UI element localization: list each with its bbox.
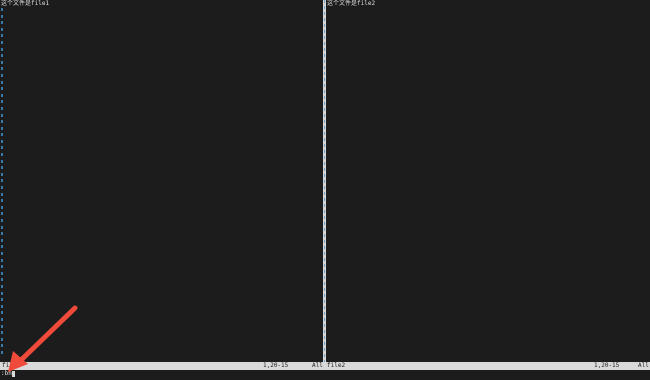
status-bar: file1 1,20-15 All file2 1,20-15 All bbox=[0, 362, 650, 370]
tilde-marker bbox=[1, 87, 3, 91]
tilde-marker bbox=[1, 93, 3, 97]
tilde-marker bbox=[1, 100, 3, 104]
tilde-marker bbox=[1, 133, 3, 137]
left-status-file: file1 bbox=[2, 362, 21, 369]
tilde-marker bbox=[1, 212, 3, 216]
tilde-marker bbox=[1, 47, 3, 51]
split-separator-marks bbox=[324, 0, 325, 362]
tilde-marker bbox=[1, 186, 3, 190]
tilde-marker bbox=[1, 304, 3, 308]
tilde-marker bbox=[1, 337, 3, 341]
tilde-marker bbox=[1, 350, 3, 354]
left-status-scroll: All bbox=[312, 362, 323, 369]
text-cursor bbox=[12, 371, 15, 377]
tilde-marker bbox=[1, 219, 3, 222]
command-text[interactable]: :bn bbox=[1, 370, 12, 378]
tilde-marker bbox=[1, 205, 3, 209]
tilde-marker bbox=[1, 60, 3, 64]
tilde-marker bbox=[1, 331, 3, 335]
tilde-marker bbox=[1, 278, 3, 282]
right-file-content[interactable]: 这个文件是file2 bbox=[327, 0, 375, 8]
right-status-position: 1,20-15 bbox=[594, 362, 620, 369]
tilde-marker bbox=[1, 80, 3, 84]
left-file-content[interactable]: 这个文件是file1 bbox=[1, 0, 49, 8]
tilde-marker bbox=[1, 34, 3, 38]
tilde-marker bbox=[1, 284, 3, 288]
tilde-marker bbox=[1, 199, 3, 203]
tilde-marker bbox=[1, 73, 3, 77]
tilde-marker bbox=[1, 311, 3, 315]
tilde-marker bbox=[1, 298, 3, 302]
tilde-marker bbox=[1, 179, 3, 183]
tilde-marker bbox=[1, 126, 3, 130]
tilde-marker bbox=[1, 251, 3, 255]
tilde-marker bbox=[1, 238, 3, 242]
tilde-marker bbox=[1, 192, 3, 196]
tilde-marker bbox=[1, 106, 3, 110]
tilde-marker bbox=[1, 271, 3, 275]
tilde-marker bbox=[1, 40, 3, 44]
left-status-position: 1,20-15 bbox=[263, 362, 289, 369]
tilde-marker bbox=[1, 27, 3, 31]
left-empty-line-markers bbox=[1, 8, 4, 354]
tilde-marker bbox=[1, 54, 3, 58]
command-line[interactable]: :bn bbox=[0, 370, 650, 380]
tilde-marker bbox=[1, 67, 3, 71]
tilde-marker bbox=[1, 8, 3, 11]
tilde-marker bbox=[1, 317, 3, 321]
tilde-marker bbox=[1, 245, 3, 249]
tilde-marker bbox=[1, 172, 3, 176]
tilde-marker bbox=[1, 344, 3, 348]
tilde-marker bbox=[1, 14, 3, 18]
tilde-marker bbox=[1, 153, 3, 157]
tilde-marker bbox=[1, 113, 3, 117]
tilde-marker bbox=[1, 324, 3, 328]
right-editor-pane[interactable]: 这个文件是file2 bbox=[326, 0, 650, 362]
vim-screen: 这个文件是file1 这个文件是file2 file1 1,20-15 All … bbox=[0, 0, 650, 380]
tilde-marker bbox=[1, 139, 3, 143]
tilde-marker bbox=[1, 232, 3, 236]
tilde-marker bbox=[1, 166, 3, 170]
tilde-marker bbox=[1, 225, 3, 229]
tilde-marker bbox=[1, 265, 3, 269]
right-status-scroll: All bbox=[638, 362, 649, 369]
tilde-marker bbox=[1, 258, 3, 262]
tilde-marker bbox=[1, 291, 3, 295]
left-editor-pane[interactable]: 这个文件是file1 bbox=[0, 0, 323, 362]
tilde-marker bbox=[1, 21, 3, 25]
tilde-marker bbox=[1, 120, 3, 124]
tilde-marker bbox=[1, 146, 3, 150]
right-status-file: file2 bbox=[327, 362, 346, 369]
tilde-marker bbox=[1, 159, 3, 163]
